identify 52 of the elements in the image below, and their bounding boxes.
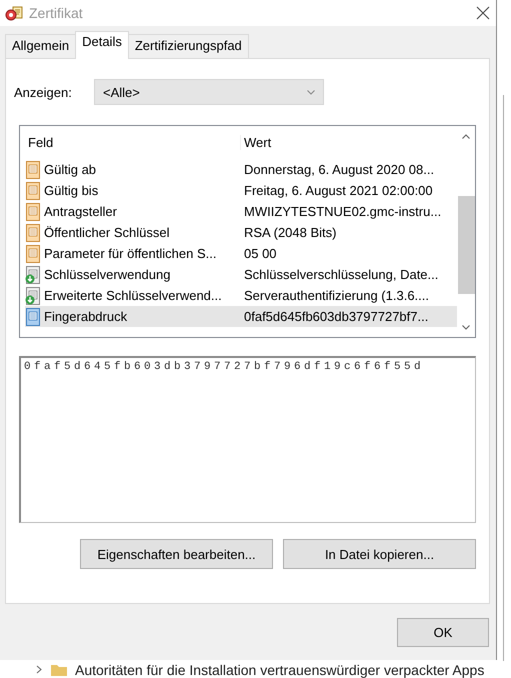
field-name: Fingerabdruck	[44, 309, 128, 324]
value-text-area[interactable]: 0faf5d645fb603db3797727bf796df19c6f6f55d	[19, 356, 476, 523]
document-icon	[25, 182, 41, 200]
field-name: Parameter für öffentlichen S...	[44, 246, 216, 261]
list-row[interactable]: Schlüsselverwendung Schlüsselverschlüsselung, Date...	[25, 264, 457, 285]
list-row[interactable]: Parameter für öffentlichen S... 05 00	[25, 243, 457, 264]
show-label: Anzeigen:	[14, 84, 73, 100]
tab[interactable]: Details	[75, 31, 129, 59]
field-name: Schlüsselverwendung	[44, 267, 170, 282]
field-name: Erweiterte Schlüsselverwend...	[44, 288, 222, 303]
tab[interactable]: Allgemein	[5, 34, 76, 58]
certificate-icon	[5, 5, 23, 21]
chevron-down-icon	[307, 90, 315, 94]
chevron-right-icon[interactable]	[36, 665, 43, 674]
field-value: Schlüsselverschlüsselung, Date...	[243, 267, 440, 282]
field-value: Freitag, 6. August 2021 02:00:00	[243, 183, 434, 198]
scroll-down-icon[interactable]	[462, 324, 470, 330]
document-download-icon	[25, 286, 41, 304]
document-icon	[25, 202, 41, 220]
show-dropdown[interactable]: <Alle>	[94, 79, 324, 105]
field-value: 05 00	[243, 246, 278, 261]
field-name: Gültig ab	[44, 162, 96, 177]
field-value: Donnerstag, 6. August 2020 08...	[243, 162, 436, 177]
list-row[interactable]: Öffentlicher Schlüssel RSA (2048 Bits)	[25, 222, 457, 243]
column-header[interactable]: Feld	[25, 135, 240, 150]
list-row[interactable]: Antragsteller MWIIZYTESTNUE02.gmc-instru...	[25, 201, 457, 222]
window-title: Zertifikat	[29, 5, 84, 21]
field-value: Serverauthentifizierung (1.3.6....	[243, 288, 430, 303]
field-name: Gültig bis	[44, 183, 98, 198]
document-icon	[25, 244, 41, 262]
list-row[interactable]: Erweiterte Schlüsselverwend... Serverauthentifizierung (1.3.6....	[25, 285, 457, 306]
edit-properties-button[interactable]: Eigenschaften bearbeiten...	[80, 539, 273, 569]
document-icon	[25, 160, 41, 178]
document-download-icon	[25, 266, 41, 284]
tree-item-label[interactable]: Autoritäten für die Installation vertrauenswürdiger verpackter Apps	[75, 662, 484, 678]
close-icon[interactable]	[476, 6, 490, 20]
folder-icon	[51, 664, 67, 676]
list-row[interactable]: Gültig bis Freitag, 6. August 2021 02:00:00	[25, 180, 457, 201]
tab[interactable]: Zertifizierungspfad	[128, 34, 249, 58]
field-value: RSA (2048 Bits)	[243, 225, 338, 240]
scroll-thumb[interactable]	[458, 196, 474, 294]
field-name: Öffentlicher Schlüssel	[44, 225, 170, 240]
scroll-up-icon[interactable]	[462, 134, 470, 138]
list-row[interactable]: Gültig ab Donnerstag, 6. August 2020 08...	[25, 159, 457, 180]
field-name: Antragsteller	[44, 204, 117, 219]
field-value: MWIIZYTESTNUE02.gmc-instru...	[243, 204, 442, 219]
ok-button[interactable]: OK	[397, 618, 489, 646]
copy-to-file-button[interactable]: In Datei kopieren...	[283, 539, 476, 569]
field-value: 0faf5d645fb603db3797727bf7...	[243, 309, 430, 324]
document-icon	[25, 224, 41, 242]
list-row[interactable]: Fingerabdruck 0faf5d645fb603db3797727bf7...	[25, 306, 457, 327]
document-icon	[25, 308, 41, 326]
